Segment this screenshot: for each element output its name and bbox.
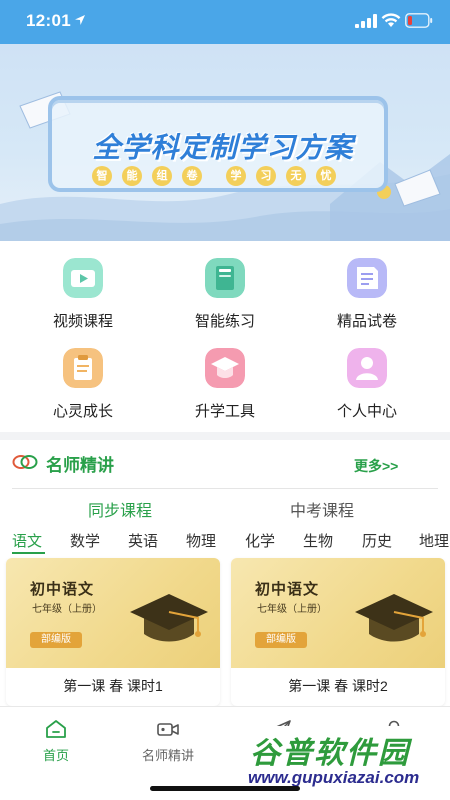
banner-tag: 无: [286, 166, 306, 186]
subject-tabs: 语文 数学 英语 物理 化学 生物 历史 地理: [0, 528, 450, 554]
graduation-cap-icon: [130, 594, 208, 642]
interlocking-rings-icon: [12, 455, 38, 469]
battery-low-icon: [405, 13, 433, 28]
home-indicator[interactable]: [150, 786, 300, 791]
banner-tag: 智: [92, 166, 112, 186]
wifi-icon: [381, 13, 401, 27]
subject-tab-biology[interactable]: 生物: [303, 530, 333, 551]
feature-education-tools[interactable]: 升学工具: [160, 342, 290, 422]
video-course-icon: [63, 258, 103, 298]
tab-exam-course[interactable]: 中考课程: [290, 497, 354, 521]
course-grade: 七年级（上册）: [257, 604, 327, 615]
feature-premium-paper[interactable]: 精品试卷: [302, 252, 432, 332]
feature-label: 视频课程: [52, 313, 113, 330]
graduation-cap-icon: [355, 594, 433, 642]
nav-label: 名师精讲: [141, 748, 194, 763]
promo-banner[interactable]: 全学科定制学习方案 智 能 组 卷 学 习 无 忧: [0, 44, 450, 241]
education-tools-icon: [205, 348, 245, 388]
edition-badge: 部编版: [255, 632, 307, 648]
course-caption: 第一课 春 课时2: [288, 678, 388, 694]
divider: [12, 488, 438, 489]
nav-label: 首页: [42, 748, 69, 763]
location-arrow-icon: [75, 15, 85, 25]
course-grade: 七年级（上册）: [32, 604, 102, 615]
status-bar: 12:01: [0, 0, 450, 44]
video-camera-icon: [157, 723, 179, 736]
banner-tag: 学: [226, 166, 246, 186]
banner-tag: 能: [122, 166, 142, 186]
course-cover-title: 初中语文: [255, 581, 320, 598]
active-subject-indicator: [12, 552, 45, 554]
subject-tab-history[interactable]: 历史: [362, 530, 392, 551]
course-card[interactable]: 初中语文 七年级（上册） 部编版 第一课 春 课时1: [6, 558, 220, 706]
course-caption: 第一课 春 课时1: [63, 678, 163, 694]
cellular-signal-icon: [355, 14, 377, 28]
mind-growth-icon: [63, 348, 103, 388]
feature-personal-center[interactable]: 个人中心: [302, 342, 432, 422]
personal-center-icon: [347, 348, 387, 388]
subject-tab-english[interactable]: 英语: [128, 530, 158, 551]
nav-famous-teacher[interactable]: 名师精讲: [112, 707, 224, 767]
nav-home[interactable]: 首页: [0, 707, 112, 767]
banner-tag: 组: [152, 166, 172, 186]
feature-label: 精品试卷: [336, 313, 397, 330]
feature-mind-growth[interactable]: 心灵成长: [18, 342, 148, 422]
banner-title: 全学科定制学习方案: [92, 132, 354, 163]
section-title: 名师精讲: [46, 456, 114, 475]
watermark-brand: 谷普软件园: [250, 737, 410, 770]
feature-smart-practice[interactable]: 智能练习: [160, 252, 290, 332]
home-icon: [46, 720, 66, 738]
more-link[interactable]: 更多>>: [354, 456, 398, 476]
watermark-url: www.gupuxiazai.com: [248, 768, 420, 787]
banner-tag: 忧: [316, 166, 336, 186]
feature-grid: 视频课程 智能练习 精品试卷 心灵成长 升学工具 个人中心: [0, 252, 450, 432]
subject-tab-chemistry[interactable]: 化学: [245, 530, 275, 551]
feature-label: 个人中心: [336, 403, 397, 420]
tab-sync-course[interactable]: 同步课程: [88, 497, 152, 521]
banner-tag: 习: [256, 166, 276, 186]
banner-tag: 卷: [182, 166, 202, 186]
subject-tab-geography[interactable]: 地理: [419, 530, 449, 551]
banner-tags: 智 能 组 卷 学 习 无 忧: [92, 166, 352, 186]
course-cover-title: 初中语文: [30, 581, 95, 598]
feature-label: 升学工具: [194, 403, 255, 420]
status-time: 12:01: [26, 11, 71, 30]
subject-tab-math[interactable]: 数学: [70, 530, 100, 551]
feature-label: 智能练习: [194, 313, 255, 330]
subject-tab-chinese[interactable]: 语文: [12, 530, 42, 551]
course-cover: 初中语文 七年级（上册） 部编版: [6, 558, 220, 668]
subject-tab-physics[interactable]: 物理: [186, 530, 216, 551]
section-divider: [0, 432, 450, 440]
site-watermark: 谷普软件园 www.gupuxiazai.com: [246, 726, 446, 794]
feature-video-course[interactable]: 视频课程: [18, 252, 148, 332]
course-card[interactable]: 初中语文 七年级（上册） 部编版 第一课 春 课时2: [231, 558, 445, 706]
feature-label: 心灵成长: [52, 403, 113, 420]
edition-badge: 部编版: [30, 632, 82, 648]
premium-paper-icon: [347, 258, 387, 298]
smart-practice-icon: [205, 258, 245, 298]
course-cover: 初中语文 七年级（上册） 部编版: [231, 558, 445, 668]
